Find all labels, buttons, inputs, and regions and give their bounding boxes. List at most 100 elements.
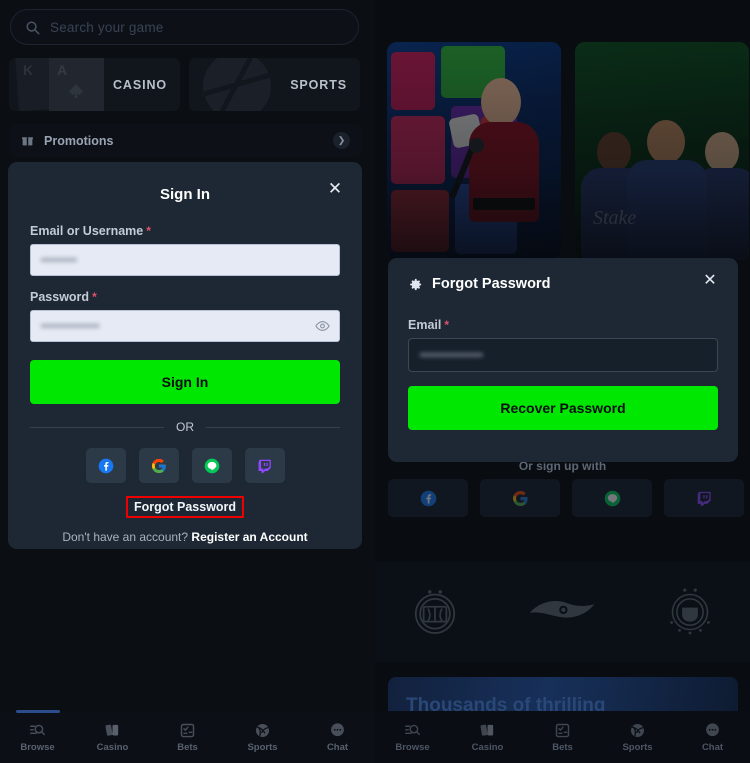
nav-label-sports: Sports — [622, 741, 653, 753]
bet-slip-icon — [555, 723, 570, 737]
password-field-group: Password * ••••••••••••• — [30, 290, 340, 342]
facebook-login-button[interactable] — [85, 448, 126, 483]
google-icon — [512, 490, 528, 506]
sports-everton-banner[interactable]: Stake — [575, 42, 749, 260]
cards-icon — [480, 724, 494, 736]
nav-label-casino: Casino — [96, 741, 129, 753]
search-icon — [26, 20, 40, 34]
nav-item-casino[interactable]: Casino — [450, 722, 525, 753]
sign-in-modal: Sign In ✕ Email or Username * •••••••• P… — [8, 162, 362, 549]
google-signup-button[interactable] — [480, 479, 560, 517]
forgot-email-field[interactable]: •••••••••••••• — [408, 338, 718, 372]
line-signup-button[interactable] — [572, 479, 652, 517]
forgot-email-label-text: Email — [408, 318, 442, 332]
register-link[interactable]: Register an Account — [191, 530, 307, 544]
nav-label-chat: Chat — [326, 741, 349, 753]
facebook-signup-button[interactable] — [388, 479, 468, 517]
divider-line-left — [30, 426, 164, 428]
bottom-nav-left: Browse Casino Bets Sports Chat — [0, 709, 375, 763]
register-line: Don't have an account? Register an Accou… — [30, 530, 340, 544]
promotions-label: Promotions — [44, 133, 114, 148]
forgot-password-modal-header: Forgot Password ✕ — [408, 272, 718, 296]
eye-icon[interactable] — [315, 319, 330, 334]
close-icon[interactable]: ✕ — [700, 271, 720, 291]
sports-ball-icon — [255, 723, 270, 737]
or-label: OR — [176, 420, 194, 434]
tile-casino-label: CASINO — [112, 77, 167, 92]
line-icon — [204, 458, 219, 473]
nav-item-bets[interactable]: Bets — [525, 722, 600, 753]
chevron-right-icon[interactable]: ❯ — [333, 132, 350, 149]
app-screen: Search your game K A CASINO SPORTS Promo… — [0, 0, 750, 763]
promo-banners: Stake — [387, 42, 749, 260]
nav-label-bets: Bets — [177, 741, 198, 753]
email-field-value: •••••••• — [41, 253, 78, 267]
nav-item-bets[interactable]: Bets — [150, 722, 225, 753]
facebook-icon — [420, 490, 436, 506]
tile-sports[interactable]: SPORTS — [189, 58, 360, 111]
everton-fc-logo — [415, 590, 456, 634]
active-indicator — [15, 709, 60, 713]
forgot-password-link[interactable]: Forgot Password — [125, 496, 245, 518]
browse-icon — [405, 724, 420, 735]
nav-item-casino[interactable]: Casino — [75, 722, 150, 753]
browse-icon — [30, 724, 45, 735]
email-field[interactable]: •••••••• — [30, 244, 340, 276]
search-input[interactable]: Search your game — [10, 9, 359, 45]
search-placeholder: Search your game — [50, 19, 164, 35]
nav-item-browse[interactable]: Browse — [0, 709, 75, 753]
required-marker: * — [146, 224, 151, 238]
sports-ball-icon — [630, 723, 645, 737]
nav-label-browse: Browse — [20, 741, 55, 753]
forgot-email-group: Email * •••••••••••••• — [408, 318, 718, 372]
or-divider: OR — [30, 420, 340, 434]
line-icon — [604, 490, 620, 506]
required-marker: * — [92, 290, 97, 304]
nav-label-sports: Sports — [247, 741, 278, 753]
password-field-value: ••••••••••••• — [41, 319, 100, 333]
sign-in-submit-button[interactable]: Sign In — [30, 360, 340, 404]
nav-label-casino: Casino — [471, 741, 504, 753]
close-icon[interactable]: ✕ — [324, 178, 346, 200]
nav-label-chat: Chat — [701, 741, 724, 753]
twitch-icon — [697, 491, 711, 506]
twitch-signup-button[interactable] — [664, 479, 744, 517]
twitch-login-button[interactable] — [244, 448, 285, 483]
email-field-group: Email or Username * •••••••• — [30, 224, 340, 276]
forgot-email-label: Email * — [408, 318, 718, 332]
google-login-button[interactable] — [138, 448, 179, 483]
email-label-text: Email or Username — [30, 224, 144, 238]
ufc-logo — [670, 588, 710, 635]
promotions-row[interactable]: Promotions ❯ — [9, 124, 362, 157]
card-k-pip: K — [23, 62, 34, 78]
nav-item-sports[interactable]: Sports — [600, 722, 675, 753]
email-field-label: Email or Username * — [30, 224, 340, 238]
card-a-pip: A — [57, 62, 68, 78]
line-login-button[interactable] — [191, 448, 232, 483]
gear-icon — [410, 278, 422, 290]
team-secret-logo — [530, 601, 595, 618]
sign-in-title: Sign In — [160, 185, 210, 203]
password-field[interactable]: ••••••••••••• — [30, 310, 340, 342]
tile-casino[interactable]: K A CASINO — [9, 58, 180, 111]
nav-item-browse[interactable]: Browse — [375, 722, 450, 753]
cards-icon — [105, 724, 119, 736]
sign-in-modal-header: Sign In ✕ — [30, 178, 342, 210]
google-icon — [151, 458, 166, 473]
social-signup-row — [388, 479, 744, 517]
nav-item-chat[interactable]: Chat — [675, 722, 750, 753]
casino-live-banner[interactable] — [387, 42, 561, 260]
nav-item-chat[interactable]: Chat — [300, 722, 375, 753]
forgot-password-modal: Forgot Password ✕ Email * ••••••••••••••… — [388, 258, 738, 462]
bottom-nav-right: Browse Casino Bets Sports Chat — [375, 711, 750, 763]
nav-item-sports[interactable]: Sports — [225, 722, 300, 753]
twitch-icon — [258, 459, 271, 473]
chat-icon — [706, 722, 719, 736]
bet-slip-icon — [180, 723, 195, 737]
forgot-email-value: •••••••••••••• — [420, 348, 484, 362]
chat-icon — [331, 722, 344, 736]
password-field-label: Password * — [30, 290, 340, 304]
recover-password-button[interactable]: Recover Password — [408, 386, 718, 430]
tile-sports-label: SPORTS — [290, 77, 347, 92]
divider-line-right — [206, 426, 340, 428]
